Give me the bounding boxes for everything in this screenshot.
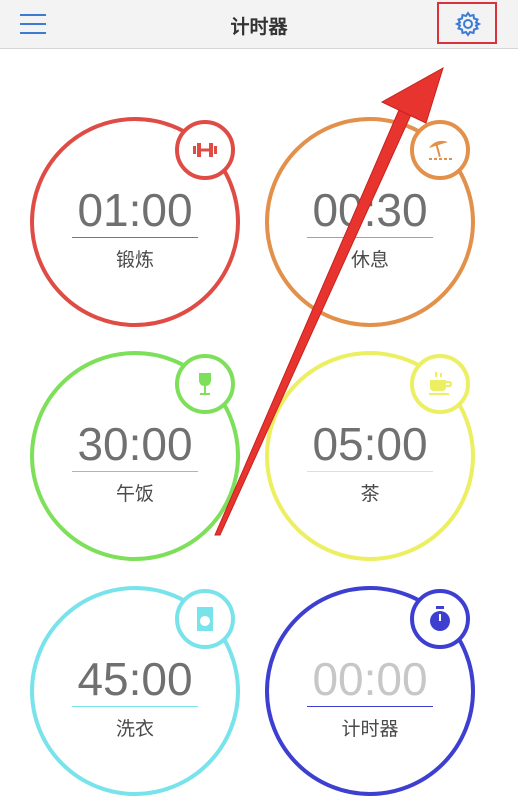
settings-button[interactable] — [437, 2, 497, 44]
washing-machine-icon — [197, 607, 213, 631]
stopwatch-icon — [430, 606, 450, 631]
beach-umbrella-icon — [429, 140, 452, 160]
timer-card-exercise[interactable]: 01:00 锻炼 — [30, 117, 240, 327]
timer-label: 洗衣 — [115, 718, 154, 740]
timer-time: 30:00 — [77, 418, 193, 470]
gear-icon — [455, 11, 481, 37]
timer-label: 计时器 — [341, 718, 399, 740]
timer-label: 茶 — [360, 483, 380, 505]
timer-card-rest[interactable]: 00:30 休息 — [265, 117, 475, 327]
timer-card-laundry[interactable]: 45:00 洗衣 — [30, 586, 240, 796]
timer-badge — [175, 120, 235, 180]
timer-badge — [410, 120, 470, 180]
timer-divider — [72, 706, 198, 707]
timer-divider — [307, 237, 433, 238]
timer-card-stopwatch[interactable]: 00:00 计时器 — [265, 586, 475, 796]
timer-divider — [72, 237, 198, 238]
timer-time: 05:00 — [312, 418, 428, 470]
timer-label: 锻炼 — [115, 249, 154, 271]
timer-card-lunch[interactable]: 30:00 午饭 — [30, 351, 240, 561]
tea-cup-icon — [429, 372, 452, 395]
timer-badge — [410, 589, 470, 649]
timer-divider — [307, 706, 433, 707]
timer-label: 午饭 — [115, 483, 154, 505]
timer-badge — [175, 589, 235, 649]
wine-glass-icon — [199, 373, 211, 395]
timer-label: 休息 — [350, 249, 389, 271]
timer-time: 01:00 — [77, 184, 193, 236]
app-bar: 计时器 — [0, 0, 518, 49]
timer-card-tea[interactable]: 05:00 茶 — [265, 351, 475, 561]
timer-time: 45:00 — [77, 653, 193, 705]
timer-time: 00:30 — [312, 184, 428, 236]
timer-time: 00:00 — [312, 653, 428, 705]
timer-divider — [72, 471, 198, 472]
timer-badge — [410, 354, 470, 414]
dumbbell-icon — [193, 143, 217, 157]
timer-badge — [175, 354, 235, 414]
timer-divider — [307, 471, 433, 472]
